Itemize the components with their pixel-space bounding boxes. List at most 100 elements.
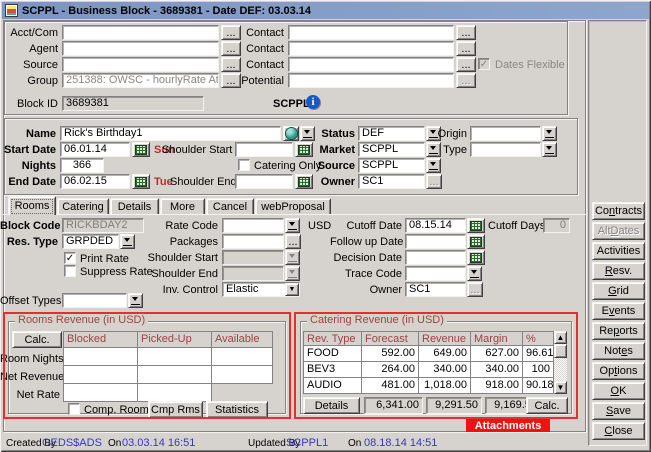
- name-field[interactable]: Rick's Birthday1: [60, 126, 281, 141]
- catering-calc-button[interactable]: Calc.: [526, 397, 568, 414]
- scrollbar-thumb[interactable]: [554, 344, 567, 358]
- trace-code-field[interactable]: [405, 266, 466, 281]
- contact2-field[interactable]: [288, 41, 454, 56]
- contact2-lov-button[interactable]: ...: [456, 41, 476, 56]
- cat-row2-pct[interactable]: 100: [522, 361, 554, 378]
- cat-row3-forecast[interactable]: 481.00: [361, 377, 419, 394]
- sidebar-button-grid[interactable]: Grid: [592, 282, 645, 300]
- language-globe-button[interactable]: [283, 126, 299, 141]
- inv-control-combo-arrow[interactable]: ▼: [285, 283, 299, 296]
- cat-row3-margin[interactable]: 918.00: [470, 377, 523, 394]
- contact3-lov-button[interactable]: ...: [456, 57, 476, 72]
- sidebar-button-resv[interactable]: Resv.: [592, 262, 645, 280]
- rt-owner-field[interactable]: SC1: [405, 282, 466, 297]
- nights-field[interactable]: 366: [60, 158, 104, 173]
- shoulder-end-field[interactable]: [235, 174, 293, 189]
- start-date-calendar-button[interactable]: [132, 142, 150, 157]
- offset-types-field[interactable]: [62, 293, 127, 308]
- type-field[interactable]: [470, 142, 541, 157]
- net-revenue-blocked-cell[interactable]: [63, 365, 138, 384]
- sidebar-button-events[interactable]: Events: [592, 302, 645, 320]
- scrollbar-up-button[interactable]: ▲: [554, 331, 567, 344]
- contact1-lov-button[interactable]: ...: [456, 25, 476, 40]
- source-field[interactable]: [62, 57, 219, 72]
- cat-row1-margin[interactable]: 627.00: [470, 345, 523, 362]
- source2-field[interactable]: SCPPL: [358, 158, 425, 173]
- rooms-calc-button[interactable]: Calc.: [12, 331, 62, 348]
- source-dropdown-button[interactable]: [426, 158, 441, 173]
- statistics-button[interactable]: Statistics: [206, 401, 268, 418]
- cat-row2-forecast[interactable]: 264.00: [361, 361, 419, 378]
- suppress-rate-checkbox[interactable]: [64, 265, 76, 277]
- decision-date-label: Decision Date: [330, 252, 402, 265]
- sidebar-button-close[interactable]: Close: [592, 422, 645, 440]
- group-field[interactable]: 251388: OWSC - hourlyRate Attribute: [62, 73, 219, 88]
- origin-dropdown-button[interactable]: [542, 126, 557, 141]
- cutoff-date-calendar-button[interactable]: [467, 218, 485, 233]
- decision-calendar-button[interactable]: [467, 250, 485, 265]
- scrollbar-down-button[interactable]: ▼: [554, 381, 567, 394]
- start-date-label: Start Date: [0, 144, 56, 157]
- print-rate-checkbox[interactable]: ✓: [64, 252, 76, 264]
- tab-webproposal[interactable]: webProposal: [255, 198, 331, 215]
- potential-field[interactable]: [288, 73, 454, 88]
- agent-field[interactable]: [62, 41, 219, 56]
- contact3-field[interactable]: [288, 57, 454, 72]
- sidebar-button-reports[interactable]: Reports: [592, 322, 645, 340]
- sidebar-button-save[interactable]: Save: [592, 402, 645, 420]
- res-type-field[interactable]: GRPDED: [62, 234, 119, 249]
- sidebar-button-ok[interactable]: OK: [592, 382, 645, 400]
- type-dropdown-button[interactable]: [542, 142, 557, 157]
- sidebar-button-options[interactable]: Options: [592, 362, 645, 380]
- follow-up-calendar-button[interactable]: [467, 234, 485, 249]
- tab-rooms[interactable]: Rooms: [8, 196, 56, 215]
- cat-row2-revenue[interactable]: 340.00: [418, 361, 471, 378]
- info-icon[interactable]: i: [306, 95, 320, 109]
- catering-only-checkbox[interactable]: [238, 159, 250, 171]
- room-nights-blocked-cell[interactable]: [63, 347, 138, 366]
- tab-details[interactable]: Details: [110, 198, 159, 215]
- cmp-rms-button[interactable]: Cmp Rms: [148, 401, 203, 418]
- packages-lov-button[interactable]: ...: [285, 234, 301, 249]
- total-forecast-field: 6,341.00: [364, 397, 423, 414]
- tab-cancel[interactable]: Cancel: [206, 198, 254, 215]
- block-code-field: RICKBDAY2: [62, 218, 144, 233]
- status-field[interactable]: DEF: [358, 126, 425, 141]
- sidebar-button-contracts[interactable]: Contracts: [592, 202, 645, 220]
- details-button[interactable]: Details: [303, 397, 360, 414]
- res-type-dropdown-button[interactable]: [120, 234, 135, 249]
- tab-catering[interactable]: Catering: [57, 198, 109, 215]
- rate-code-field[interactable]: [222, 218, 284, 233]
- contact1-field[interactable]: [288, 25, 454, 40]
- tab-more[interactable]: More: [160, 198, 205, 215]
- shoulder-start-field[interactable]: [235, 142, 293, 157]
- comp-rooms-checkbox[interactable]: [68, 403, 80, 415]
- origin-field[interactable]: [470, 126, 541, 141]
- cat-row1-pct[interactable]: 96.61: [522, 345, 554, 362]
- cat-row1-forecast[interactable]: 592.00: [361, 345, 419, 362]
- cat-row3-revenue[interactable]: 1,018.00: [418, 377, 471, 394]
- cat-row1-type[interactable]: FOOD: [303, 345, 362, 362]
- trace-code-dropdown-button[interactable]: [467, 266, 482, 281]
- end-date-calendar-button[interactable]: [132, 174, 150, 189]
- start-date-field[interactable]: 06.01.14: [60, 142, 130, 157]
- sidebar-button-notes[interactable]: Notes: [592, 342, 645, 360]
- cutoff-date-field[interactable]: 08.15.14: [405, 218, 466, 233]
- dates-flexible-checkbox[interactable]: ✓: [478, 58, 490, 70]
- acct-com-field[interactable]: [62, 25, 219, 40]
- rate-code-dropdown-button[interactable]: [285, 218, 300, 233]
- packages-field[interactable]: [222, 234, 284, 249]
- decision-date-field[interactable]: [405, 250, 466, 265]
- end-date-field[interactable]: 06.02.15: [60, 174, 130, 189]
- sidebar-button-activities[interactable]: Activities: [592, 242, 645, 260]
- cat-row3-pct[interactable]: 90.18: [522, 377, 554, 394]
- attachments-badge[interactable]: Attachments: [466, 419, 550, 432]
- owner-field[interactable]: SC1: [358, 174, 425, 189]
- cat-row2-type[interactable]: BEV3: [303, 361, 362, 378]
- net-rate-blocked-cell[interactable]: [63, 383, 138, 402]
- cat-row3-type[interactable]: AUDIO: [303, 377, 362, 394]
- cat-row1-revenue[interactable]: 649.00: [418, 345, 471, 362]
- market-field[interactable]: SCPPL: [358, 142, 425, 157]
- follow-up-date-field[interactable]: [405, 234, 466, 249]
- cat-row2-margin[interactable]: 340.00: [470, 361, 523, 378]
